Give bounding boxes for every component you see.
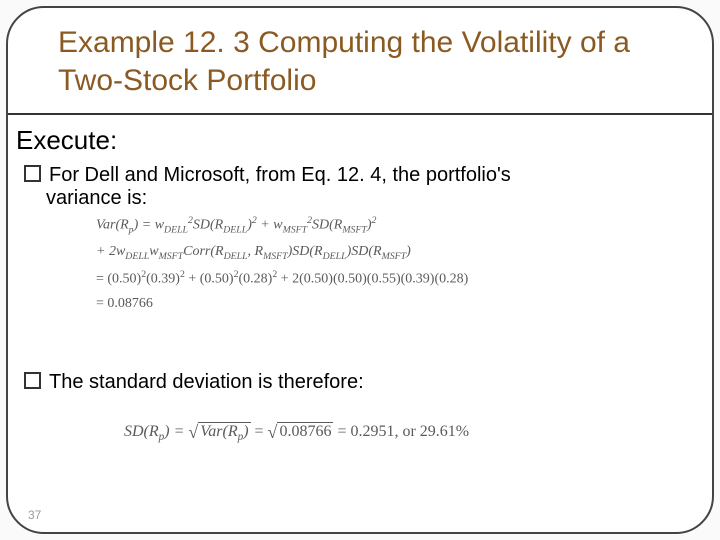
radical-icon: √: [268, 422, 278, 442]
math-line4: = 0.08766: [96, 291, 686, 316]
bullet-2-text: The standard deviation is therefore:: [49, 371, 364, 393]
math-line2: + 2wDELLwMSFTCorr(RDELL, RMSFT)SD(RDELL)…: [96, 239, 686, 265]
bullet-1-line1: For Dell and Microsoft, from Eq. 12. 4, …: [49, 164, 511, 186]
bullet-square-icon: [24, 165, 41, 182]
slide-frame: Example 12. 3 Computing the Volatility o…: [6, 6, 714, 534]
bullet-1: For Dell and Microsoft, from Eq. 12. 4, …: [24, 164, 686, 210]
bullet-square-icon: [24, 372, 41, 389]
page-number: 37: [28, 508, 41, 522]
radical-icon: √: [188, 422, 198, 442]
body-area: For Dell and Microsoft, from Eq. 12. 4, …: [24, 164, 686, 448]
spacer: [24, 317, 686, 371]
divider: [8, 113, 712, 115]
section-heading: Execute:: [16, 125, 712, 156]
math-line3: = (0.50)2(0.39)2 + (0.50)2(0.28)2 + 2(0.…: [96, 266, 686, 292]
slide-title: Example 12. 3 Computing the Volatility o…: [58, 24, 686, 99]
stddev-formula: SD(Rp) = √Var(Rp) = √0.08766 = 0.2951, o…: [124, 416, 686, 448]
variance-formula: Var(Rp) = wDELL2SD(RDELL)2 + wMSFT2SD(RM…: [96, 212, 686, 317]
bullet-2: The standard deviation is therefore:: [24, 371, 686, 394]
math-line1: Var(Rp) = wDELL2SD(RDELL)2 + wMSFT2SD(RM…: [96, 212, 686, 239]
bullet-1-line2: variance is:: [46, 187, 147, 209]
